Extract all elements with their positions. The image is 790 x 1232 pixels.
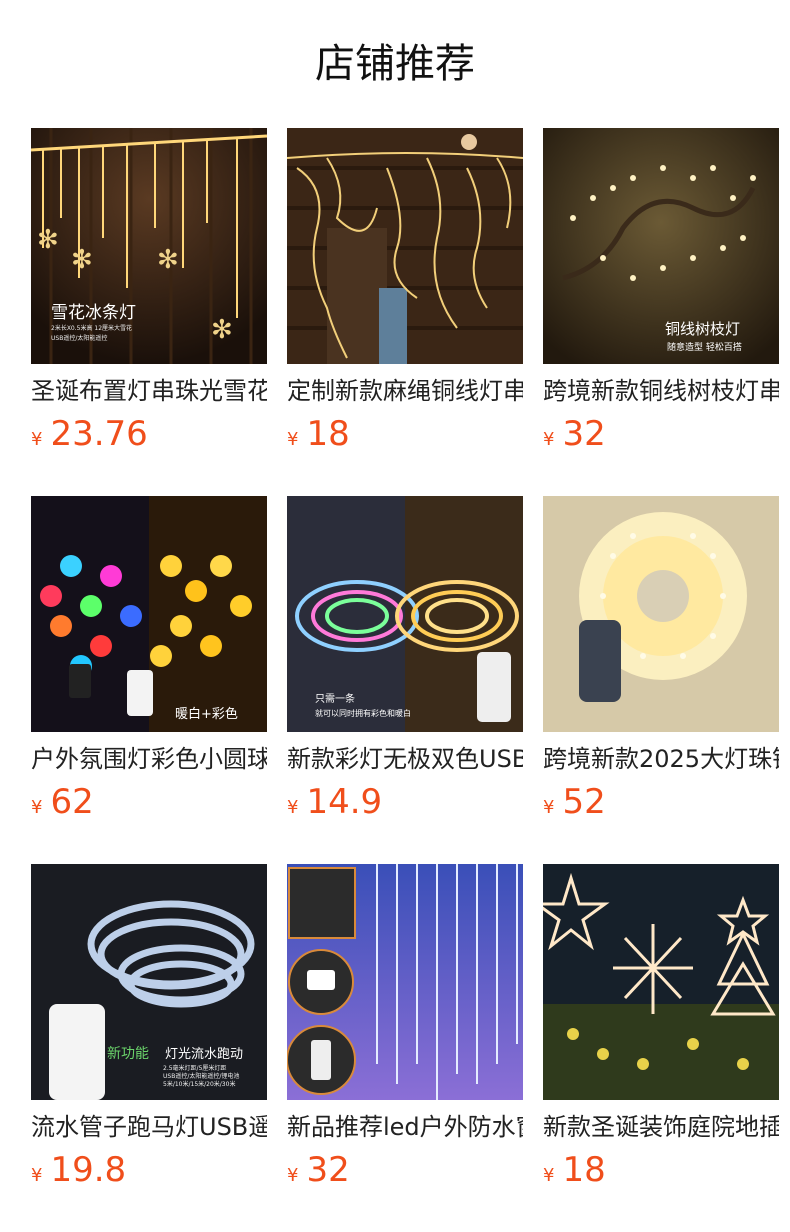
- currency-symbol: ¥: [31, 797, 43, 818]
- product-image[interactable]: [543, 496, 779, 732]
- product-card[interactable]: 新品推荐led户外防水窗帘灯 ¥ 32: [287, 864, 523, 1232]
- product-price: 19.8: [50, 1150, 127, 1190]
- currency-symbol: ¥: [287, 797, 299, 818]
- product-image[interactable]: [543, 864, 779, 1100]
- product-title[interactable]: 定制新款麻绳铜线灯串: [287, 374, 523, 408]
- product-price: 18: [306, 414, 350, 454]
- product-card[interactable]: 只需一条 就可以同时拥有彩色和暖白 新款彩灯无极双色USB灯串 ¥ 14.9: [287, 496, 523, 864]
- product-title[interactable]: 圣诞布置灯串珠光雪花冰条灯: [31, 374, 267, 408]
- price-row: ¥ 52: [543, 782, 606, 826]
- product-title[interactable]: 户外氛围灯彩色小圆球灯串: [31, 742, 267, 776]
- product-price: 62: [50, 782, 94, 822]
- currency-symbol: ¥: [543, 797, 555, 818]
- product-price: 32: [306, 1150, 350, 1190]
- currency-symbol: ¥: [543, 429, 555, 450]
- product-title[interactable]: 新款圣诞装饰庭院地插灯: [543, 1110, 779, 1144]
- svg-text:✻: ✻: [211, 315, 233, 345]
- product-title[interactable]: 新款彩灯无极双色USB灯串: [287, 742, 523, 776]
- product-price: 14.9: [306, 782, 383, 822]
- currency-symbol: ¥: [287, 429, 299, 450]
- svg-text:铜线树枝灯: 铜线树枝灯: [665, 320, 740, 338]
- svg-text:灯光流水跑动: 灯光流水跑动: [165, 1047, 243, 1062]
- price-row: ¥ 32: [543, 414, 606, 458]
- product-card[interactable]: ✻ ✻ ✻ ✻ 雪花冰条灯 2米长X0.5米高 12厘米大雪花 USB遥控/太阳能遥控…: [31, 128, 267, 496]
- product-price: 23.76: [50, 414, 148, 454]
- product-image[interactable]: 暖白+彩色: [31, 496, 267, 732]
- product-card[interactable]: 新款圣诞装饰庭院地插灯 ¥ 18: [543, 864, 779, 1232]
- price-row: ¥ 14.9: [287, 782, 382, 826]
- svg-text:雪花冰条灯: 雪花冰条灯: [51, 303, 136, 323]
- product-title[interactable]: 流水管子跑马灯USB遥控: [31, 1110, 267, 1144]
- currency-symbol: ¥: [287, 1165, 299, 1186]
- price-row: ¥ 18: [543, 1150, 606, 1194]
- price-row: ¥ 19.8: [31, 1150, 126, 1194]
- svg-text:✻: ✻: [157, 245, 179, 275]
- product-title[interactable]: 新品推荐led户外防水窗帘灯: [287, 1110, 523, 1144]
- svg-text:随意造型 轻松百搭: 随意造型 轻松百搭: [667, 341, 742, 353]
- price-row: ¥ 18: [287, 414, 350, 458]
- svg-text:新功能: 新功能: [107, 1046, 149, 1062]
- page-title: 店铺推荐: [315, 41, 475, 87]
- product-card[interactable]: 暖白+彩色 户外氛围灯彩色小圆球灯串 ¥ 62: [31, 496, 267, 864]
- svg-text:USB遥控/太阳能遥控/锂电池: USB遥控/太阳能遥控/锂电池: [163, 1072, 239, 1080]
- product-price: 52: [562, 782, 606, 822]
- product-image[interactable]: [287, 864, 523, 1100]
- svg-text:✻: ✻: [37, 225, 59, 255]
- product-title[interactable]: 跨境新款铜线树枝灯串: [543, 374, 779, 408]
- product-grid: ✻ ✻ ✻ ✻ 雪花冰条灯 2米长X0.5米高 12厘米大雪花 USB遥控/太阳能遥控…: [31, 128, 779, 1232]
- product-card[interactable]: 定制新款麻绳铜线灯串 ¥ 18: [287, 128, 523, 496]
- svg-text:2.5毫米灯距/5厘米灯距: 2.5毫米灯距/5厘米灯距: [163, 1064, 226, 1072]
- svg-text:✻: ✻: [71, 245, 93, 275]
- svg-text:暖白+彩色: 暖白+彩色: [175, 706, 238, 722]
- product-image[interactable]: 铜线树枝灯 随意造型 轻松百搭: [543, 128, 779, 364]
- svg-text:2米长X0.5米高 12厘米大雪花: 2米长X0.5米高 12厘米大雪花: [51, 324, 132, 332]
- price-row: ¥ 23.76: [31, 414, 148, 458]
- product-image[interactable]: 只需一条 就可以同时拥有彩色和暖白: [287, 496, 523, 732]
- product-price: 18: [562, 1150, 606, 1190]
- product-image[interactable]: [287, 128, 523, 364]
- price-row: ¥ 32: [287, 1150, 350, 1194]
- product-image[interactable]: ✻ ✻ ✻ ✻ 雪花冰条灯 2米长X0.5米高 12厘米大雪花 USB遥控/太阳能遥控: [31, 128, 267, 364]
- product-title[interactable]: 跨境新款2025大灯珠铜线灯: [543, 742, 779, 776]
- currency-symbol: ¥: [543, 1165, 555, 1186]
- svg-text:USB遥控/太阳能遥控: USB遥控/太阳能遥控: [51, 334, 107, 342]
- svg-text:5米/10米/15米/20米/30米: 5米/10米/15米/20米/30米: [163, 1080, 235, 1088]
- price-row: ¥ 62: [31, 782, 94, 826]
- currency-symbol: ¥: [31, 1165, 43, 1186]
- product-card[interactable]: 铜线树枝灯 随意造型 轻松百搭 跨境新款铜线树枝灯串 ¥ 32: [543, 128, 779, 496]
- svg-text:只需一条: 只需一条: [315, 692, 355, 705]
- svg-text:就可以同时拥有彩色和暖白: 就可以同时拥有彩色和暖白: [315, 708, 411, 718]
- product-card[interactable]: 新功能 灯光流水跑动 2.5毫米灯距/5厘米灯距 USB遥控/太阳能遥控/锂电池…: [31, 864, 267, 1232]
- currency-symbol: ¥: [31, 429, 43, 450]
- product-image[interactable]: 新功能 灯光流水跑动 2.5毫米灯距/5厘米灯距 USB遥控/太阳能遥控/锂电池…: [31, 864, 267, 1100]
- product-card[interactable]: 跨境新款2025大灯珠铜线灯 ¥ 52: [543, 496, 779, 864]
- product-price: 32: [562, 414, 606, 454]
